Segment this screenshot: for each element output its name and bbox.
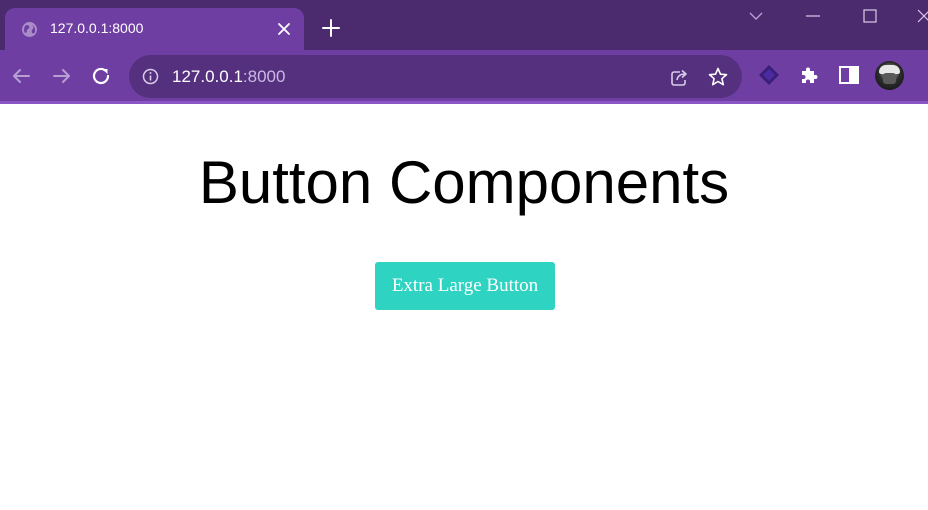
page-title: Button Components	[198, 149, 730, 216]
avatar[interactable]	[875, 61, 904, 90]
maximize-icon[interactable]	[860, 6, 880, 26]
plus-icon[interactable]	[321, 18, 341, 38]
forward-arrow-icon[interactable]	[50, 64, 74, 88]
minimize-icon[interactable]	[803, 6, 823, 26]
star-icon[interactable]	[707, 66, 729, 88]
url-text: 127.0.0.1:8000	[172, 67, 285, 87]
browser-tab[interactable]: 127.0.0.1:8000	[5, 8, 304, 50]
close-icon[interactable]	[275, 20, 293, 38]
tab-title: 127.0.0.1:8000	[50, 20, 144, 36]
browser-toolbar: 127.0.0.1:8000	[0, 50, 928, 101]
puzzle-icon[interactable]	[798, 63, 822, 87]
chevron-down-icon[interactable]	[746, 6, 766, 26]
share-icon[interactable]	[668, 66, 690, 88]
close-window-icon[interactable]	[914, 6, 928, 26]
info-icon[interactable]	[142, 68, 159, 85]
extra-large-button[interactable]: Extra Large Button	[375, 262, 555, 310]
url-host: 127.0.0.1	[172, 67, 243, 86]
sidebar-icon[interactable]	[837, 63, 861, 87]
tab-strip: 127.0.0.1:8000	[0, 0, 928, 50]
back-arrow-icon[interactable]	[9, 64, 33, 88]
reload-icon[interactable]	[89, 64, 113, 88]
url-port: :8000	[242, 67, 286, 86]
address-bar[interactable]: 127.0.0.1:8000	[129, 55, 742, 98]
globe-icon	[22, 22, 37, 37]
page-content: Button Components Extra Large Button	[0, 104, 928, 510]
extension-diamond-icon[interactable]	[757, 63, 781, 87]
avatar-face	[883, 73, 896, 84]
